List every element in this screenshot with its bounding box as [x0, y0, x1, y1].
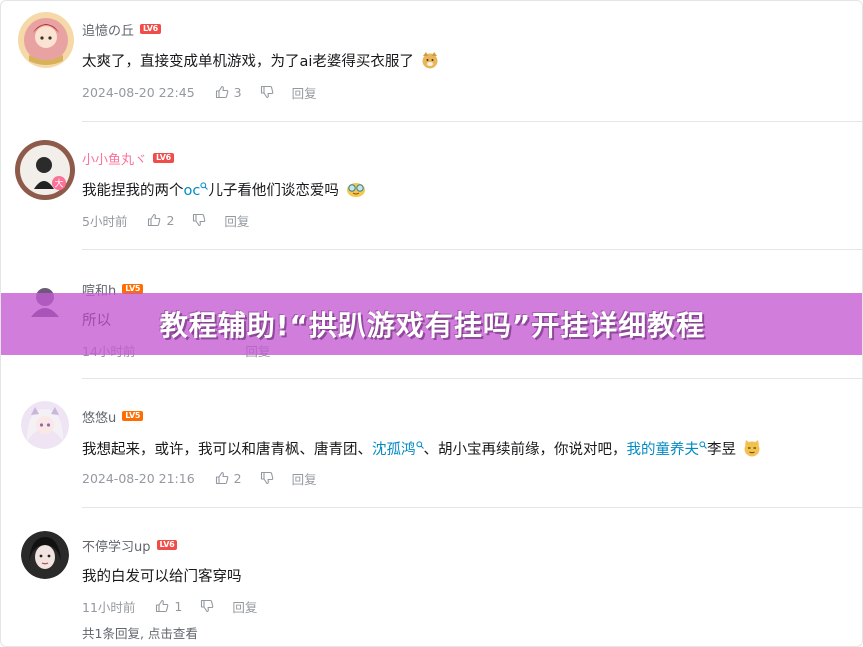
reply-button[interactable]: 回复	[224, 211, 249, 230]
comment-text: 我能捏我的两个oc 儿子看他们谈恋爱吗	[82, 180, 367, 201]
comment-meta: 5小时前 2 回复	[82, 211, 249, 229]
search-icon	[699, 441, 707, 449]
thumb-up-icon	[156, 599, 169, 613]
dislike-button[interactable]	[260, 85, 274, 99]
avatar[interactable]: 大	[14, 139, 76, 201]
comment-meta: 11小时前 1 回复	[82, 597, 257, 615]
comment-text-content: 我能捏我的两个	[82, 183, 184, 199]
like-count: 1	[174, 598, 183, 614]
comment-text-content: 太爽了，直接变成单机游戏，为了ai老婆得买衣服了	[82, 54, 414, 70]
comment-text-content: 我想起来，或许，我可以和唐青枫、唐青团、	[82, 442, 372, 458]
svg-text:大: 大	[54, 178, 63, 190]
search-icon	[415, 441, 424, 449]
like-count: 3	[233, 84, 242, 100]
avatar[interactable]	[21, 531, 69, 579]
comment-meta: 2024-08-20 22:45 3 回复	[82, 83, 317, 101]
username[interactable]: 小小鱼丸ヾ	[82, 149, 147, 168]
comment-text: 太爽了，直接变成单机游戏，为了ai老婆得买衣服了	[82, 51, 439, 72]
dislike-button[interactable]	[260, 471, 274, 485]
reply-button[interactable]: 回复	[292, 83, 317, 102]
search-link-oc[interactable]: oc	[184, 183, 201, 199]
search-link-shen-guhong[interactable]: 沈孤鸿	[372, 442, 416, 458]
like-button[interactable]: 3	[215, 85, 242, 100]
thumb-up-icon	[215, 85, 228, 99]
dislike-button[interactable]	[192, 213, 206, 227]
thumb-down-icon	[260, 471, 273, 485]
glasses-emoji-icon	[347, 183, 366, 197]
like-count: 2	[166, 212, 175, 228]
comment-text-content: 、胡小宝再续前缘，你说对吧，	[423, 442, 627, 458]
comment-text-content: 李昱	[707, 442, 736, 458]
level-badge: LV6	[156, 540, 178, 550]
comment-text: 我的白发可以给门客穿吗	[82, 569, 242, 585]
comment-time: 2024-08-20 22:45	[82, 84, 195, 100]
level-badge: LV5	[122, 411, 144, 421]
divider	[82, 121, 862, 122]
like-button[interactable]: 1	[155, 599, 182, 614]
comment-text: 我想起来，或许，我可以和唐青枫、唐青团、沈孤鸿 、胡小宝再续前缘，你说对吧，我的童…	[82, 439, 761, 460]
comment-time: 2024-08-20 21:16	[82, 470, 195, 486]
level-badge: LV6	[140, 24, 161, 34]
thumb-down-icon	[193, 213, 206, 227]
thumb-up-icon	[148, 213, 161, 227]
search-link-tongyangfu[interactable]: 我的童养夫	[627, 442, 700, 458]
reply-button[interactable]: 回复	[292, 469, 317, 488]
username[interactable]: 悠悠u	[82, 407, 116, 426]
divider	[82, 249, 862, 250]
divider	[82, 378, 862, 379]
doge-emoji-icon	[422, 52, 438, 69]
divider	[82, 507, 862, 508]
reply-button[interactable]: 回复	[232, 597, 257, 616]
comment-text-content: 儿子看他们谈恋爱吗	[208, 183, 339, 199]
thumb-up-icon	[215, 471, 228, 485]
dislike-button[interactable]	[200, 599, 214, 613]
comment-meta: 2024-08-20 21:16 2 回复	[82, 469, 317, 487]
username[interactable]: 不停学习up	[82, 536, 151, 555]
like-count: 2	[233, 470, 242, 486]
avatar[interactable]	[21, 401, 69, 449]
thumb-down-icon	[201, 599, 214, 613]
avatar[interactable]	[17, 11, 75, 69]
cat-emoji-icon	[744, 440, 760, 457]
thumb-down-icon	[260, 85, 273, 99]
comment-section: 追憶の丘 LV6 太爽了，直接变成单机游戏，为了ai老婆得买衣服了 2024-0…	[0, 0, 863, 647]
banner-title: 教程辅助!“拱趴游戏有挂吗”开挂详细教程	[159, 309, 706, 342]
comment-time: 11小时前	[82, 599, 136, 615]
view-replies-link[interactable]: 共1条回复, 点击查看	[82, 623, 198, 642]
like-button[interactable]: 2	[215, 471, 242, 486]
level-badge: LV6	[153, 153, 174, 163]
comment-time: 5小时前	[82, 213, 128, 229]
like-button[interactable]: 2	[147, 213, 174, 228]
overlay-banner: 教程辅助!“拱趴游戏有挂吗”开挂详细教程	[1, 293, 862, 355]
username[interactable]: 追憶の丘	[82, 20, 134, 39]
